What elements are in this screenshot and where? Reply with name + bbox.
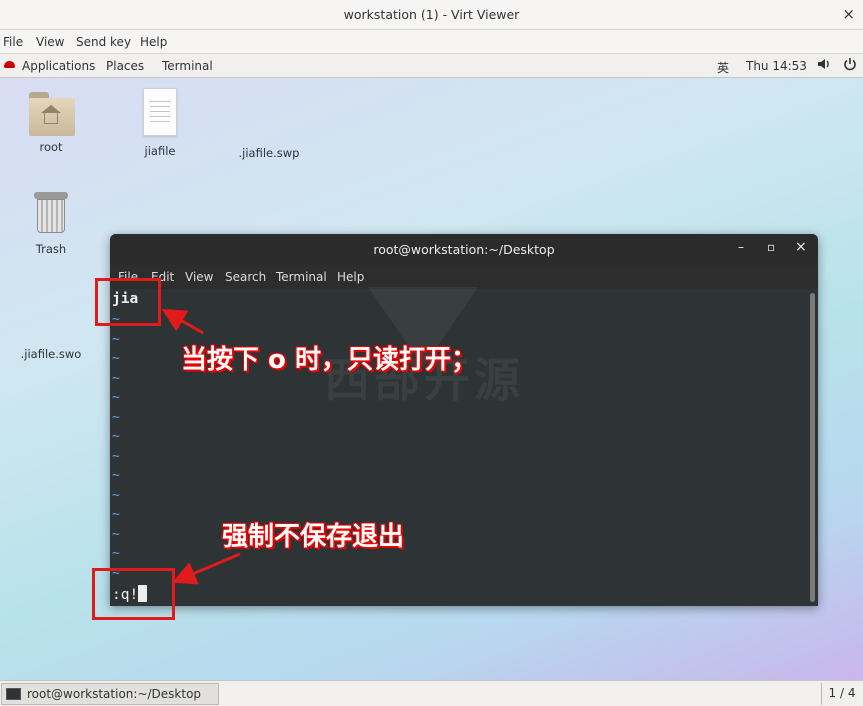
- arrow-to-jia: [161, 308, 204, 335]
- guest-desktop: Applications Places Terminal 英 Thu 14:53…: [0, 54, 863, 680]
- window-title: workstation (1) - Virt Viewer: [343, 7, 520, 22]
- arrow-to-command: [171, 552, 241, 585]
- menu-help[interactable]: Help: [140, 35, 167, 49]
- workspace-pager[interactable]: 1 / 4: [821, 683, 862, 705]
- viewer-menubar: File View Send key Help: [0, 30, 863, 54]
- annotation-force-quit: 强制不保存退出: [222, 522, 405, 552]
- terminal-icon: [6, 688, 21, 700]
- window-titlebar: workstation (1) - Virt Viewer ×: [0, 0, 863, 30]
- annotation-readonly: 当按下 o 时，只读打开；: [181, 345, 477, 375]
- taskbar-item-terminal[interactable]: root@workstation:~/Desktop: [1, 683, 219, 705]
- window-close-button[interactable]: ×: [842, 5, 855, 23]
- menu-send-key[interactable]: Send key: [76, 35, 131, 49]
- menu-view[interactable]: View: [36, 35, 64, 49]
- menu-file[interactable]: File: [3, 35, 23, 49]
- bottom-taskbar: root@workstation:~/Desktop 1 / 4: [0, 680, 863, 706]
- taskbar-item-label: root@workstation:~/Desktop: [27, 687, 202, 701]
